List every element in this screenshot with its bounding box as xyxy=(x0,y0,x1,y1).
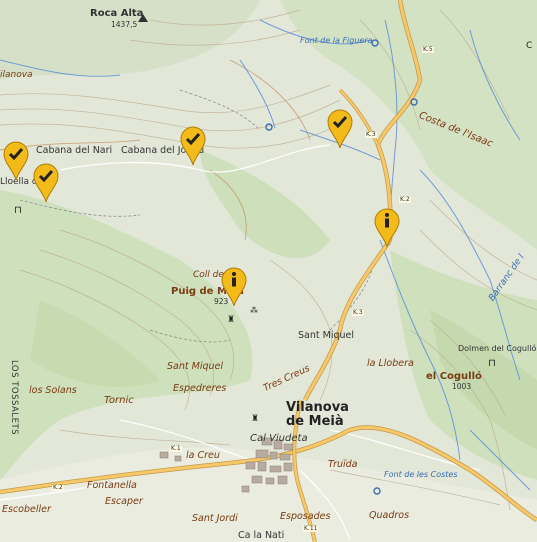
dolmen-icon-west: ⊓ xyxy=(14,205,22,216)
road-ref-k2-south: K.2 xyxy=(52,484,64,491)
visited-marker-north[interactable] xyxy=(327,109,353,149)
place-label-espedreres: Espedreres xyxy=(173,383,227,394)
visited-marker-nari-1[interactable] xyxy=(3,141,29,181)
place-label-la-creu: la Creu xyxy=(186,450,220,461)
info-marker-icon xyxy=(221,267,247,307)
place-label-coll-de: Coll de xyxy=(193,270,224,280)
dolmen-icon-cogullo: ⊓ xyxy=(488,358,496,369)
area-label-los-tossalets: LOS TOSSALETS xyxy=(9,360,19,436)
map-view[interactable]: Roca Alta 1437,5 Font de la Figuera Cost… xyxy=(0,0,537,542)
check-marker-icon xyxy=(33,163,59,203)
place-label-quadros: Quadros xyxy=(369,510,410,521)
place-label-cabana-nari: Cabana del Nari xyxy=(36,145,113,156)
place-label-cal-viudeta: Cal Viudeta xyxy=(250,433,308,444)
road-ref-k3-north: K.3 xyxy=(365,131,377,138)
peak-elevation-roca-alta: 1437,5 xyxy=(111,20,138,29)
place-label-ca-la-nati: Ca la Nati xyxy=(238,530,285,541)
town-label-line-2: de Meià xyxy=(286,413,344,429)
peak-label-roca-alta: Roca Alta xyxy=(90,8,144,19)
place-label-los-solans: los Solans xyxy=(29,385,77,396)
cave-icon: ⁂ xyxy=(250,306,258,315)
road-ref-k2-north: K.2 xyxy=(399,196,411,203)
road-ref-k11: K.11 xyxy=(303,525,319,532)
poi-label-dolmen: Dolmen del Cogulló xyxy=(458,344,537,353)
spring-label-font-costes: Font de les Costes xyxy=(384,470,458,479)
road-ref-k5: K.5 xyxy=(422,46,434,53)
place-label-tornic: Tornic xyxy=(104,395,134,406)
check-marker-icon xyxy=(180,126,206,166)
place-label-la-llobera: la Llobera xyxy=(367,358,414,369)
road-ref-k3-south: K.3 xyxy=(352,309,364,316)
check-marker-icon xyxy=(3,141,29,181)
place-label-escobeller: Escobeller xyxy=(2,504,51,515)
place-label-sant-jordi: Sant Jordi xyxy=(192,513,238,524)
town-label-vilanova-de-meia: Vilanova de Meià xyxy=(286,401,349,428)
place-label-esposades: Esposades xyxy=(280,511,331,522)
church-icon-puig-meia: ♜ xyxy=(227,315,236,325)
spring-label-font-figuera: Font de la Figuera xyxy=(300,36,373,45)
place-label-fontanella: Fontanella xyxy=(87,480,137,491)
place-label-truida: Truïda xyxy=(328,459,358,470)
road-ref-k1: K.1 xyxy=(170,445,182,452)
map-letter-c: C xyxy=(526,41,533,51)
info-marker-icon xyxy=(374,208,400,248)
visited-marker-nari-2[interactable] xyxy=(33,163,59,203)
place-label-vilanova-partial: ilanova xyxy=(0,70,33,80)
visited-marker-joaquim[interactable] xyxy=(180,126,206,166)
info-marker-road[interactable] xyxy=(374,208,400,248)
place-label-sant-miquel-upper: Sant Miquel xyxy=(298,330,354,341)
place-label-sant-miquel: Sant Miquel xyxy=(167,361,223,372)
town-label-line-1: Vilanova xyxy=(286,400,349,415)
place-label-escaper: Escaper xyxy=(105,496,143,507)
peak-label-el-cogullo: el Cogulló xyxy=(426,371,482,382)
map-terrain xyxy=(0,0,537,542)
info-marker-puig-meia[interactable] xyxy=(221,267,247,307)
check-marker-icon xyxy=(327,109,353,149)
peak-elevation-el-cogullo: 1003 xyxy=(452,382,472,391)
church-icon-vilanova: ♜ xyxy=(251,414,260,424)
